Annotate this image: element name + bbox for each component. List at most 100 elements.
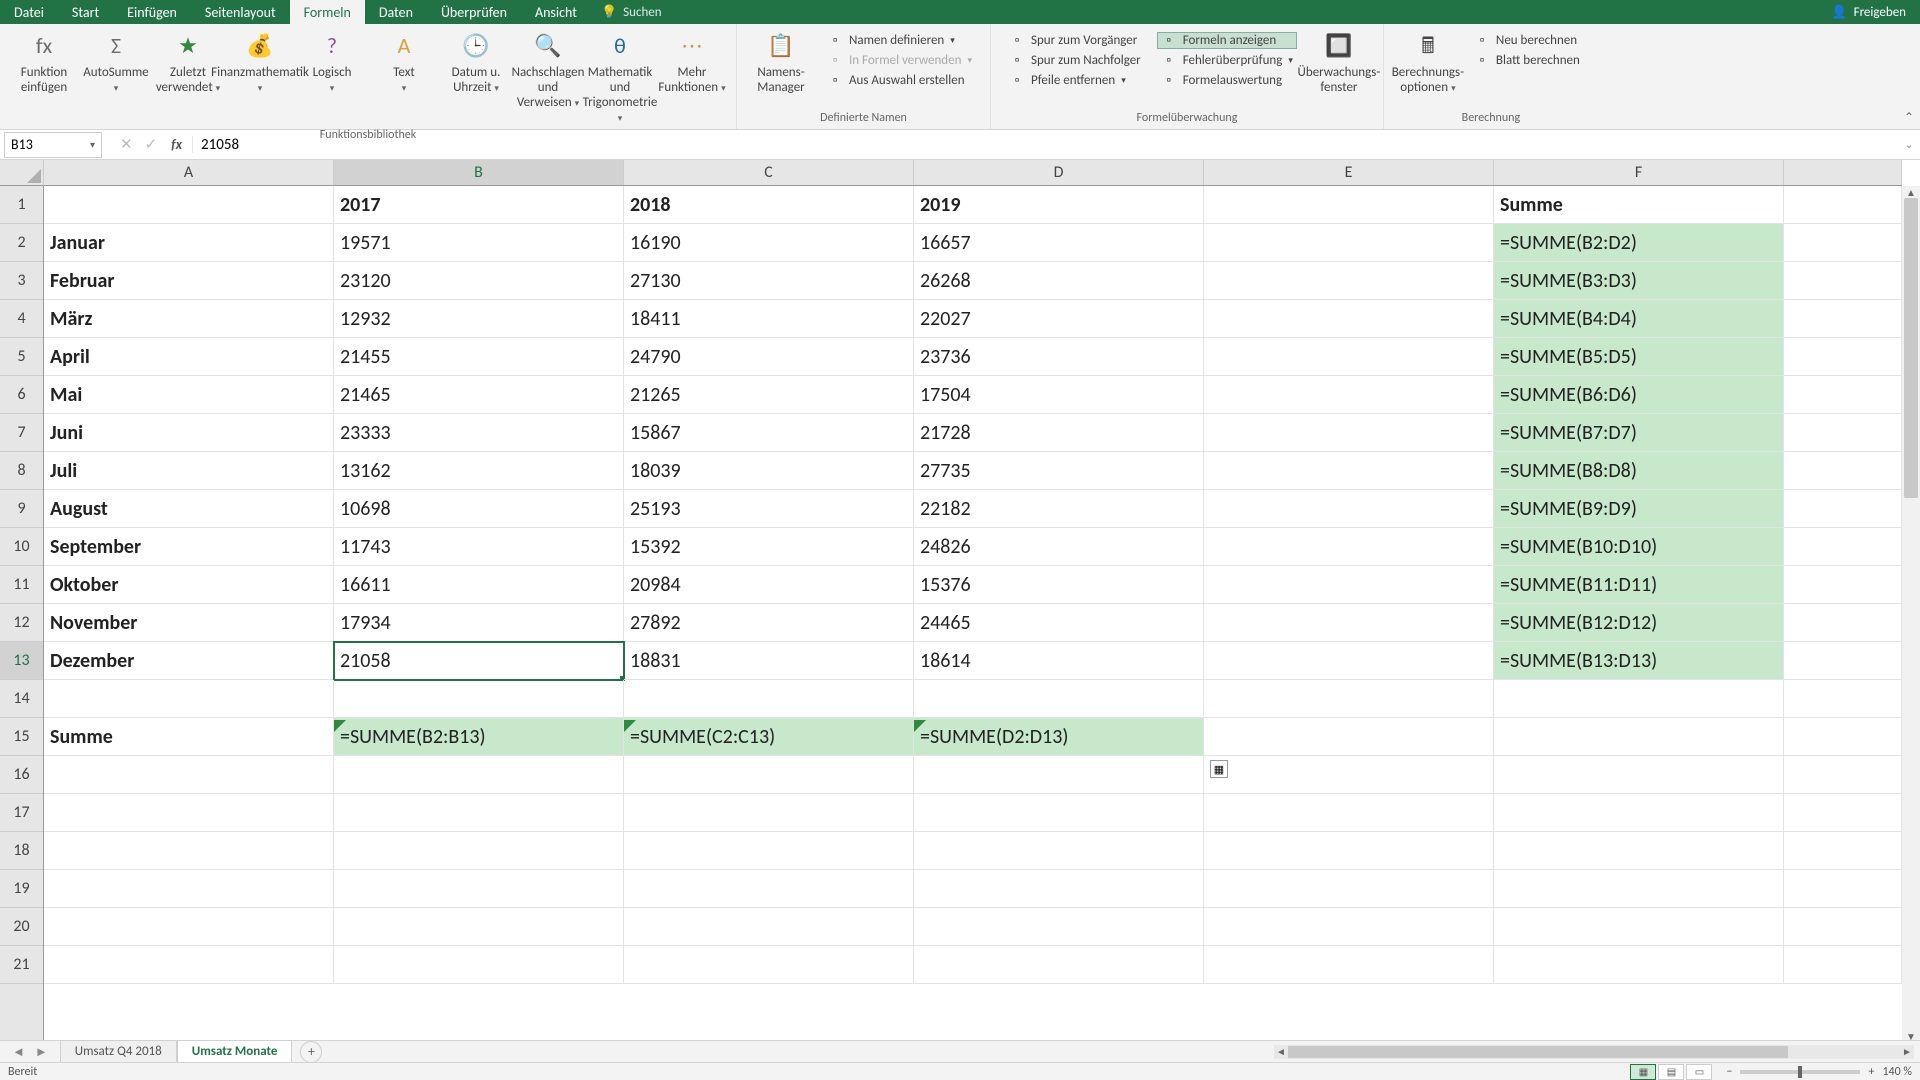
cell[interactable]: 21455 (334, 338, 624, 376)
row-header[interactable]: 18 (0, 832, 43, 870)
row-header[interactable]: 6 (0, 376, 43, 414)
cell[interactable]: =SUMME(B9:D9) (1494, 490, 1784, 528)
cell[interactable] (334, 908, 624, 946)
ribbon-item[interactable]: ▫Blatt berechnen (1470, 52, 1584, 69)
column-header[interactable]: D (914, 160, 1204, 185)
ribbon-button[interactable]: ? Logisch ▾ (296, 28, 368, 96)
cell[interactable] (1494, 756, 1784, 794)
cell[interactable]: =SUMME(D2:D13) (914, 718, 1204, 756)
cell[interactable] (624, 946, 914, 984)
row-header[interactable]: 9 (0, 490, 43, 528)
cell[interactable] (334, 832, 624, 870)
watch-window-button[interactable]: 🔲 Überwachungs- fenster (1303, 28, 1375, 96)
zoom-out-button[interactable]: − (1726, 1065, 1732, 1079)
cell[interactable]: =SUMME(B4:D4) (1494, 300, 1784, 338)
cell[interactable] (624, 870, 914, 908)
cell[interactable] (1204, 718, 1494, 756)
cell[interactable] (1784, 490, 1902, 528)
cell[interactable]: 15392 (624, 528, 914, 566)
cell[interactable]: =SUMME(B2:D2) (1494, 224, 1784, 262)
cells-area[interactable]: 201720182019SummeJanuar195711619016657=S… (44, 186, 1902, 1044)
cell[interactable]: 24465 (914, 604, 1204, 642)
row-header[interactable]: 14 (0, 680, 43, 718)
page-layout-view-button[interactable]: ▤ (1658, 1064, 1684, 1080)
row-header[interactable]: 20 (0, 908, 43, 946)
cell[interactable]: 27735 (914, 452, 1204, 490)
ribbon-button[interactable]: fx Funktion einfügen (8, 28, 80, 96)
menu-tab-daten[interactable]: Daten (365, 0, 427, 25)
column-header[interactable]: E (1204, 160, 1494, 185)
cell[interactable] (334, 794, 624, 832)
select-all-corner[interactable] (0, 160, 44, 186)
row-header[interactable]: 12 (0, 604, 43, 642)
cell[interactable] (624, 908, 914, 946)
cell[interactable]: November (44, 604, 334, 642)
cell[interactable] (1204, 262, 1494, 300)
cell[interactable]: =SUMME(B3:D3) (1494, 262, 1784, 300)
cell[interactable]: Summe (1494, 186, 1784, 224)
cell[interactable] (1494, 718, 1784, 756)
ribbon-item[interactable]: ▫Formeln anzeigen (1157, 32, 1297, 49)
menu-tab-ansicht[interactable]: Ansicht (521, 0, 591, 25)
tell-me-search[interactable]: 💡 Suchen (601, 5, 662, 20)
cell[interactable] (1784, 604, 1902, 642)
cell[interactable] (914, 870, 1204, 908)
cell[interactable]: 26268 (914, 262, 1204, 300)
ribbon-button[interactable]: A Text ▾ (368, 28, 440, 96)
cell[interactable] (1204, 186, 1494, 224)
row-header[interactable]: 10 (0, 528, 43, 566)
menu-tab-seitenlayout[interactable]: Seitenlayout (191, 0, 290, 25)
cell[interactable] (1204, 756, 1494, 794)
cell[interactable]: 21058 (334, 642, 624, 680)
ribbon-button[interactable]: ★ Zuletzt verwendet ▾ (152, 28, 224, 96)
share-button[interactable]: 👤 Freigeben (1817, 1, 1920, 24)
sheet-tab[interactable]: Umsatz Monate (177, 1040, 293, 1064)
cell[interactable] (44, 908, 334, 946)
cell[interactable]: 12932 (334, 300, 624, 338)
cell[interactable] (914, 908, 1204, 946)
cell[interactable]: 23736 (914, 338, 1204, 376)
cell[interactable]: 17934 (334, 604, 624, 642)
column-header[interactable]: C (624, 160, 914, 185)
cell[interactable]: =SUMME(B7:D7) (1494, 414, 1784, 452)
cell[interactable]: =SUMME(B12:D12) (1494, 604, 1784, 642)
ribbon-item[interactable]: ▫Namen definieren ▾ (823, 32, 976, 49)
cell[interactable] (1784, 300, 1902, 338)
row-header[interactable]: 16 (0, 756, 43, 794)
row-header[interactable]: 15 (0, 718, 43, 756)
cell[interactable]: 11743 (334, 528, 624, 566)
cell[interactable]: 2019 (914, 186, 1204, 224)
cell[interactable]: 16657 (914, 224, 1204, 262)
row-header[interactable]: 17 (0, 794, 43, 832)
cell[interactable]: 18411 (624, 300, 914, 338)
row-header[interactable]: 1 (0, 186, 43, 224)
ribbon-item[interactable]: ▫Pfeile entfernen ▾ (1005, 72, 1145, 89)
cell[interactable] (624, 680, 914, 718)
cell[interactable]: Summe (44, 718, 334, 756)
cell[interactable] (1784, 946, 1902, 984)
cell[interactable] (1204, 680, 1494, 718)
ribbon-item[interactable]: ▫Formelauswertung (1157, 72, 1297, 89)
cell[interactable] (1784, 832, 1902, 870)
cell[interactable] (1204, 224, 1494, 262)
cell[interactable]: März (44, 300, 334, 338)
cell[interactable] (334, 870, 624, 908)
cell[interactable] (1204, 946, 1494, 984)
cell[interactable]: 18831 (624, 642, 914, 680)
cell[interactable]: 23333 (334, 414, 624, 452)
page-break-view-button[interactable]: ▭ (1686, 1064, 1712, 1080)
row-header[interactable]: 5 (0, 338, 43, 376)
cell[interactable] (624, 832, 914, 870)
expand-formula-bar-button[interactable]: ⌄ (1898, 138, 1920, 151)
cell[interactable]: 2018 (624, 186, 914, 224)
cell[interactable] (1784, 566, 1902, 604)
cell[interactable]: =SUMME(B13:D13) (1494, 642, 1784, 680)
cell[interactable] (1204, 832, 1494, 870)
sheet-nav-prev-icon[interactable]: ◄ (12, 1044, 25, 1060)
cell[interactable]: 23120 (334, 262, 624, 300)
cell[interactable] (1494, 680, 1784, 718)
row-header[interactable]: 2 (0, 224, 43, 262)
collapse-ribbon-button[interactable]: ⌃ (1904, 110, 1914, 125)
ribbon-button[interactable]: θ Mathematik und Trigonometrie ▾ (584, 28, 656, 126)
row-header[interactable]: 4 (0, 300, 43, 338)
